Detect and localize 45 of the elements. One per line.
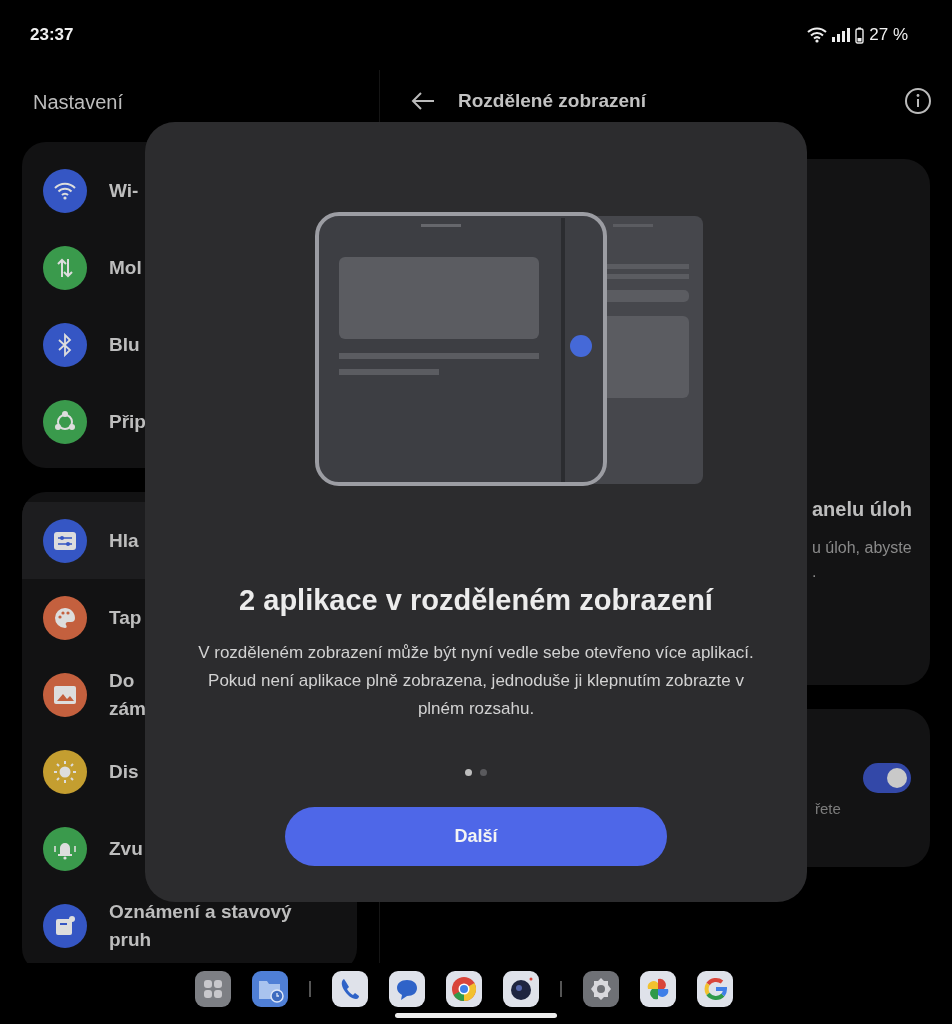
settings-item[interactable]: Mol [22,229,163,306]
google-icon[interactable] [697,971,733,1007]
settings-item[interactable]: Wi- [22,152,160,229]
browser-icon[interactable] [446,971,482,1007]
sun-icon [53,759,77,784]
next-button[interactable]: Další [285,807,667,866]
settings-item[interactable]: Zvu [22,810,164,887]
chat-bubble-icon[interactable] [389,971,425,1007]
page-dot[interactable] [465,769,472,776]
battery-icon [855,26,865,44]
palette-icon [53,605,77,630]
wifi-signal-icon [807,27,828,43]
card-description: . [812,562,818,582]
wifi-icon [53,180,77,201]
folder-clock-icon[interactable] [252,971,288,1007]
back-icon[interactable] [410,91,436,111]
dialog-text: V rozděleném zobrazení může být nyní vedle sebe otevřeno více aplikací. Pokud není aplikace plně zobrazena, jednoduše ji klepnutím zobrazte v plném rozsahu. [197,642,755,720]
settings-item[interactable]: Blu [22,306,161,383]
cell-signal-icon [832,28,851,42]
settings-item[interactable]: Dis [22,733,160,810]
settings-item[interactable]: Do zám [22,656,167,733]
info-icon[interactable] [904,87,932,115]
card-description: u úloh, abyste [812,538,912,558]
sliders-icon [53,530,77,551]
app-grid-icon[interactable] [195,971,231,1007]
page-dot[interactable] [480,769,487,776]
notification-icon [54,914,76,937]
settings-item[interactable]: Přip [22,383,167,460]
settings-icon[interactable] [583,971,619,1007]
card-heading: anelu úloh [812,497,912,522]
image-icon [53,684,77,705]
phone-icon[interactable] [332,971,368,1007]
settings-item[interactable]: Tap [22,579,163,656]
battery-percent: 27 % [869,25,908,45]
settings-item[interactable]: Oznámení a stavový pruh [22,887,313,963]
pinwheel-icon[interactable] [640,971,676,1007]
arrows-icon [55,256,75,279]
page-title: Rozdělené zobrazení [458,90,648,112]
setting-description: řete [815,799,841,817]
camera-lens-icon[interactable] [503,971,539,1007]
pane-title: Nastavení [33,91,124,113]
status-time: 23:37 [30,25,74,45]
toggle-switch[interactable] [862,763,911,793]
bluetooth-icon [57,332,73,357]
dialog-title: 2 aplikace v rozděleném zobrazení [239,584,713,617]
